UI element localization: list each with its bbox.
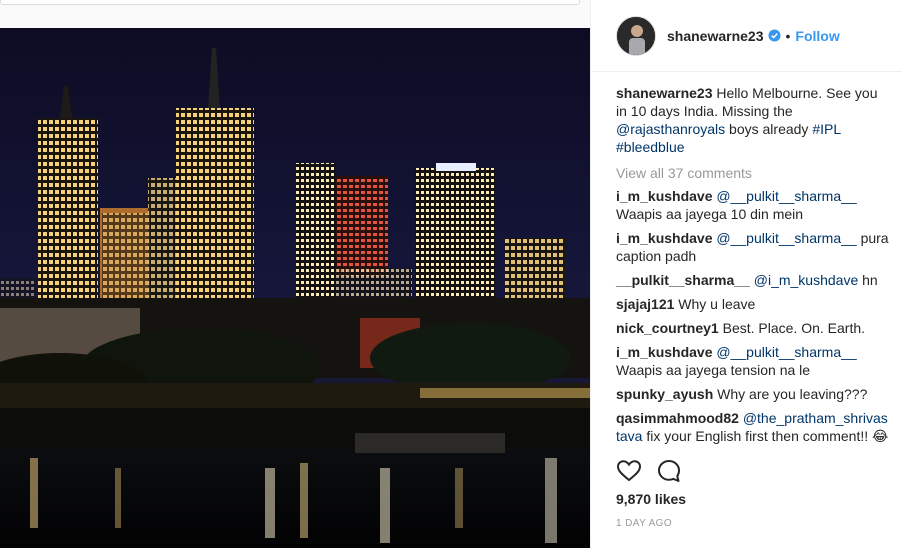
comment-item: __pulkit__sharma__ @i_m_kushdave hn xyxy=(616,271,891,289)
caption-text-2: boys already xyxy=(725,121,813,137)
post-timestamp: 1 DAY AGO xyxy=(616,518,673,529)
comment-text: Waapis aa jayega 10 din mein xyxy=(616,206,804,222)
comment-item: qasimmahmood82 @the_pratham_shrivastava … xyxy=(616,409,891,445)
comment-username[interactable]: __pulkit__sharma__ xyxy=(616,272,750,288)
comment-text: Why u leave xyxy=(674,296,756,312)
comment-username[interactable]: qasimmahmood82 xyxy=(616,410,739,426)
caption-username[interactable]: shanewarne23 xyxy=(616,85,713,101)
view-all-comments-link[interactable]: View all 37 comments xyxy=(616,164,891,182)
post-caption: shanewarne23 Hello Melbourne. See you in… xyxy=(616,84,891,156)
comment-username[interactable]: i_m_kushdave xyxy=(616,188,713,204)
speech-bubble-icon[interactable] xyxy=(656,458,682,484)
likes-count[interactable]: 9,870 likes xyxy=(616,491,686,507)
caption-mention[interactable]: @rajasthanroyals xyxy=(616,121,725,137)
comment-text: Why are you leaving??? xyxy=(713,386,868,402)
comment-text: Best. Place. On. Earth. xyxy=(718,320,866,336)
caption-hashtag-bleedblue[interactable]: #bleedblue xyxy=(616,139,685,155)
comment-username[interactable]: sjajaj121 xyxy=(616,296,674,312)
author-username[interactable]: shanewarne23 xyxy=(667,28,764,44)
comment-item: i_m_kushdave @__pulkit__sharma__ pura ca… xyxy=(616,229,891,265)
avatar[interactable] xyxy=(616,15,656,56)
comment-username[interactable]: i_m_kushdave xyxy=(616,344,713,360)
comment-item: i_m_kushdave @__pulkit__sharma__ Waapis … xyxy=(616,187,891,223)
comments-list: shanewarne23 Hello Melbourne. See you in… xyxy=(616,84,891,451)
comment-username[interactable]: nick_courtney1 xyxy=(616,320,719,336)
comment-item: nick_courtney1 Best. Place. On. Earth. xyxy=(616,319,891,337)
post-actions xyxy=(616,458,886,484)
comment-mention[interactable]: @__pulkit__sharma__ xyxy=(716,230,856,246)
post-side-panel: shanewarne23 • Follow shanewarne23 Hello… xyxy=(590,0,902,548)
comment-username[interactable]: i_m_kushdave xyxy=(616,230,713,246)
post-header: shanewarne23 • Follow xyxy=(591,0,902,72)
comment-item: sjajaj121 Why u leave xyxy=(616,295,891,313)
comment-item: i_m_kushdave @__pulkit__sharma__ Waapis … xyxy=(616,343,891,379)
comment-mention[interactable]: @__pulkit__sharma__ xyxy=(716,188,856,204)
comment-text: Waapis aa jayega tension na le xyxy=(616,362,811,378)
separator-dot: • xyxy=(785,27,791,44)
comment-mention[interactable]: @__pulkit__sharma__ xyxy=(716,344,856,360)
post-photo[interactable] xyxy=(0,28,590,548)
comment-text: hn xyxy=(858,272,878,288)
follow-button[interactable]: Follow xyxy=(795,28,839,44)
comment-username[interactable]: spunky_ayush xyxy=(616,386,713,402)
profile-photo-icon xyxy=(617,16,655,55)
verified-badge-icon xyxy=(767,29,781,42)
melbourne-skyline-night-image xyxy=(0,28,590,548)
comment-item: spunky_ayush Why are you leaving??? xyxy=(616,385,891,403)
top-search-field-edge[interactable] xyxy=(0,0,580,5)
caption-hashtag-ipl[interactable]: #IPL xyxy=(812,121,840,137)
top-bar xyxy=(0,0,590,28)
heart-outline-icon[interactable] xyxy=(616,458,642,484)
comment-mention[interactable]: @i_m_kushdave xyxy=(754,272,859,288)
comment-text: fix your English first then comment!! 😂 xyxy=(642,428,889,444)
